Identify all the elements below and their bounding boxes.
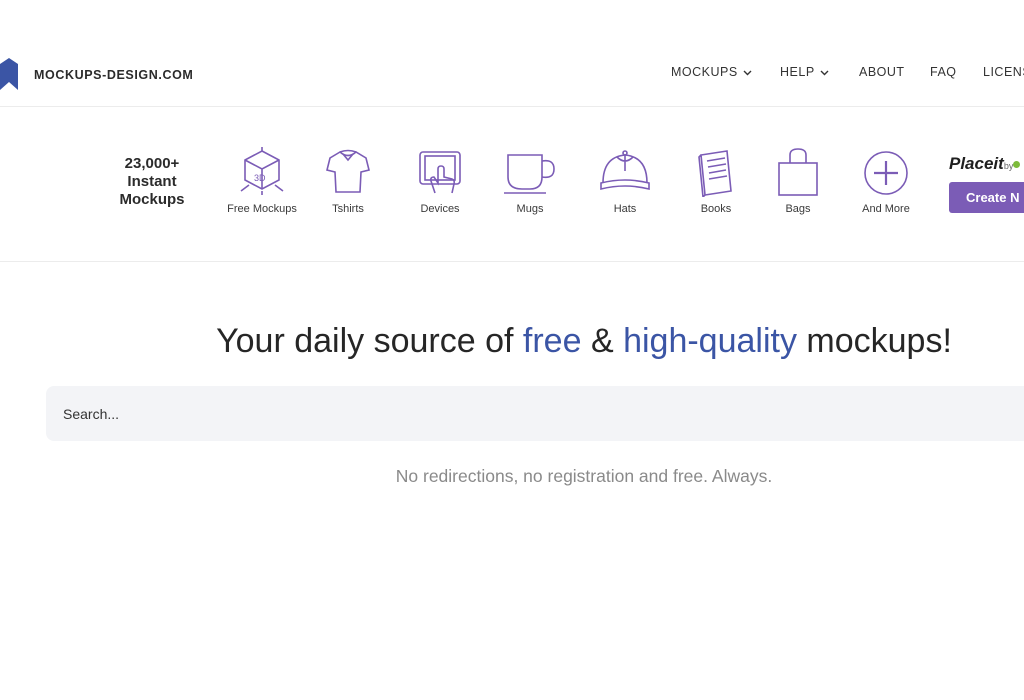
placeit-logo[interactable]: Placeitby [949,154,1021,174]
category-label: Tshirts [332,203,364,215]
cap-icon [600,150,650,191]
category-devices[interactable]: Devices [395,147,485,215]
category-label: Books [700,203,732,215]
mug-icon [504,154,555,194]
tshirt-icon [326,149,370,193]
hero-text: mockups! [796,322,952,360]
search-input[interactable] [46,386,1024,441]
hero-title: Your daily source of free & high-quality… [0,322,1024,361]
plus-circle-icon [864,151,908,195]
nav-item-mockups[interactable]: MOCKUPS [671,65,752,79]
promo-line: Instant [127,173,177,190]
chevron-down-icon [743,70,752,76]
nav-item-about[interactable]: ABOUT [859,65,905,79]
category-tshirts[interactable]: Tshirts [303,147,393,215]
svg-text:3D: 3D [254,173,266,183]
tablet-hand-icon [419,151,461,194]
category-label: Hats [613,203,637,215]
category-label: Bags [785,203,811,215]
category-band: 23,000+ Instant Mockups 3D Free Mockups … [0,107,1024,262]
bag-icon [778,148,818,196]
nav-item-help[interactable]: HELP [780,65,829,79]
category-and-more[interactable]: And More [841,147,931,215]
category-hats[interactable]: Hats [580,147,670,215]
cube-3d-icon: 3D [240,147,284,195]
book-icon [698,150,732,197]
nav-item-license[interactable]: LICENS [983,65,1024,79]
promo-line: Mockups [119,191,185,208]
category-mugs[interactable]: Mugs [485,147,575,215]
category-free-mockups[interactable]: 3D Free Mockups [217,147,307,215]
hero-highlight: high-quality [623,322,797,360]
main-nav: MOCKUPS HELP ABOUT FAQ LICENS [0,65,1024,83]
placeit-logo-text: Placeit [949,154,1004,173]
site-header: MOCKUPS-DESIGN.COM MOCKUPS HELP ABOUT FA… [0,0,1024,107]
placeit-dot-icon [1013,161,1021,169]
hero-text: Your daily source of [216,322,523,360]
category-bags[interactable]: Bags [753,147,843,215]
category-label: Devices [420,203,460,215]
category-label: Free Mockups [227,203,297,215]
promo-text: 23,000+ Instant Mockups [112,155,192,209]
create-now-button[interactable]: Create N [949,182,1024,213]
chevron-down-icon [820,70,829,76]
nav-label: HELP [780,65,815,79]
placeit-by-text: by [1003,161,1014,171]
hero-highlight: free [522,322,582,360]
promo-count: 23,000+ [124,155,180,172]
nav-item-faq[interactable]: FAQ [930,65,957,79]
nav-label: MOCKUPS [671,65,738,79]
category-label: Mugs [516,203,544,215]
category-books[interactable]: Books [671,147,761,215]
hero-text: & [581,322,624,360]
category-label: And More [862,203,910,215]
tagline: No redirections, no registration and fre… [395,466,773,486]
